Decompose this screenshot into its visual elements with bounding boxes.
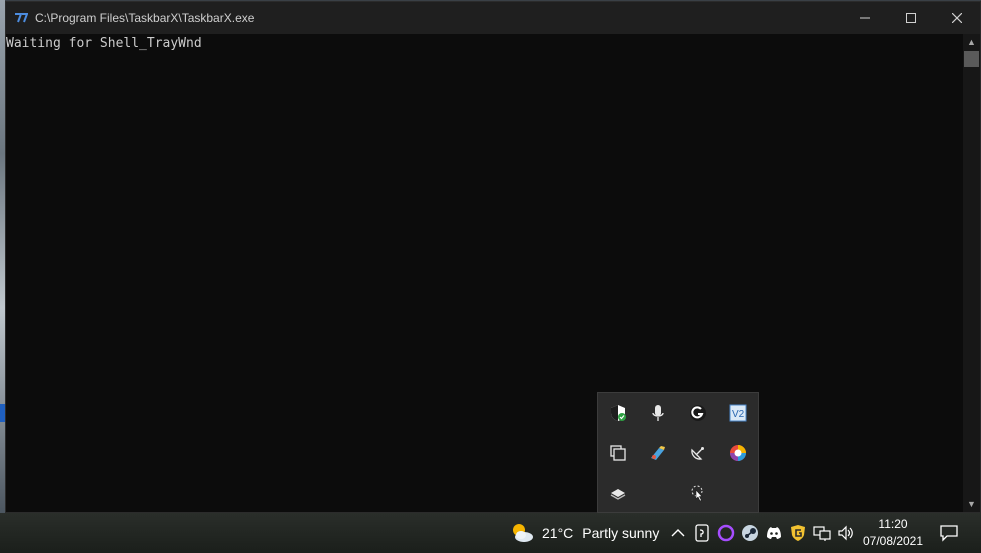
scroll-up-button[interactable]: ▲ — [963, 34, 980, 50]
weather-temperature: 21°C — [542, 525, 574, 541]
scroll-up-icon: ▲ — [967, 37, 976, 47]
console-line: Waiting for Shell_TrayWnd — [6, 36, 202, 51]
close-icon — [952, 13, 962, 23]
paint-brush-app-icon[interactable] — [646, 441, 670, 465]
close-button[interactable] — [934, 2, 980, 34]
v2-app-icon[interactable]: V2 — [726, 401, 750, 425]
minimize-button[interactable] — [842, 2, 888, 34]
console-output[interactable]: Waiting for Shell_TrayWnd — [6, 34, 964, 514]
touch-cursor-icon[interactable] — [686, 481, 710, 505]
taskbar: 21°C Partly sunny 11:20 07/08/2021 — [0, 513, 981, 553]
layers-stack-icon[interactable] — [606, 481, 630, 505]
action-center-icon[interactable] — [938, 523, 960, 543]
windows-security-icon[interactable] — [606, 401, 630, 425]
maximize-icon — [906, 13, 916, 23]
taskbarx-app-icon — [15, 13, 28, 23]
maximize-button[interactable] — [888, 2, 934, 34]
circle-app-icon[interactable] — [716, 523, 736, 543]
scroll-thumb[interactable] — [964, 51, 979, 67]
microphone-icon[interactable] — [646, 401, 670, 425]
copy-windows-icon[interactable] — [606, 441, 630, 465]
shield-g-icon[interactable] — [788, 523, 808, 543]
weather-condition: Partly sunny — [582, 525, 660, 541]
title-bar[interactable]: C:\Program Files\TaskbarX\TaskbarX.exe — [6, 2, 980, 34]
network-icon[interactable] — [812, 523, 832, 543]
chevron-up-icon[interactable] — [668, 523, 688, 543]
svg-text:V2: V2 — [732, 409, 745, 420]
color-picker-icon[interactable] — [726, 441, 750, 465]
weather-widget[interactable]: 21°C Partly sunny — [510, 513, 659, 553]
volume-icon[interactable] — [836, 523, 856, 543]
partly-sunny-icon — [513, 524, 533, 542]
window-title: C:\Program Files\TaskbarX\TaskbarX.exe — [35, 11, 255, 25]
vertical-scrollbar[interactable]: ▲ ▼ — [963, 34, 980, 512]
discord-icon[interactable] — [764, 523, 784, 543]
logitech-g-icon[interactable] — [686, 401, 710, 425]
scroll-down-icon: ▼ — [967, 499, 976, 509]
minimize-icon — [860, 17, 870, 19]
console-window[interactable]: C:\Program Files\TaskbarX\TaskbarX.exe W… — [5, 1, 981, 513]
steam-icon[interactable] — [740, 523, 760, 543]
clock-time: 11:20 — [878, 517, 908, 531]
phone-link-icon[interactable] — [692, 523, 712, 543]
scroll-down-button[interactable]: ▼ — [963, 496, 980, 512]
satellite-dish-icon[interactable] — [686, 441, 710, 465]
tray-overflow-flyout: V2 — [597, 392, 759, 513]
system-clock[interactable]: 11:20 07/08/2021 — [858, 516, 928, 550]
clock-date: 07/08/2021 — [862, 534, 924, 548]
